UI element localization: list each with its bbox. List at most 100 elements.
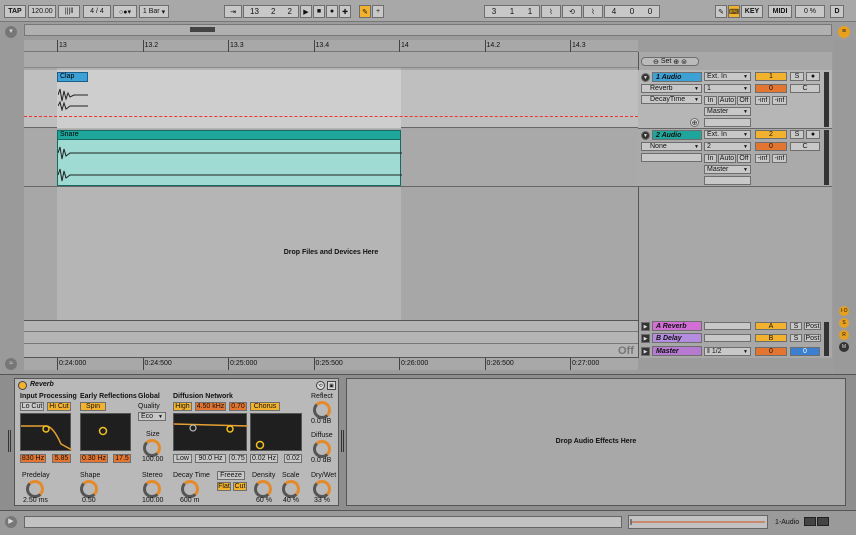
track-2-fold-icon[interactable]: ▼ [641,131,650,140]
track-1-name[interactable]: 1 Audio [652,72,702,82]
track-1-param-chooser[interactable]: DecayTime [641,95,702,104]
track-1-add-lane-icon[interactable]: ⊕ [690,118,699,127]
track-2-output[interactable]: Master [704,165,751,174]
chorus-display[interactable] [250,413,302,451]
time-signature[interactable]: 4 / 4 [83,5,111,18]
master-name[interactable]: Master [652,346,702,356]
track-1-volume[interactable]: 0 [755,84,787,93]
overdub-icon[interactable]: ✚ [339,5,351,18]
loop-icon[interactable]: ⟲ [562,5,582,18]
overview-bar[interactable] [24,24,832,36]
tap-button[interactable]: TAP [4,5,26,18]
diffusion-display[interactable] [173,413,249,451]
high-amount-field[interactable]: 0.70 [229,402,247,411]
quantize-select[interactable]: 1 Bar ▾ [139,5,169,18]
high-shelf-button[interactable]: High [173,402,192,411]
mixer-toggle-icon[interactable]: M [839,342,849,352]
key-map-button[interactable]: KEY [741,5,763,18]
return-a-output[interactable] [704,322,751,330]
low-amount-field[interactable]: 0.75 [229,454,247,463]
input-filter-display[interactable] [20,413,73,451]
spin-button[interactable]: Spin [80,402,106,411]
punch-in-icon[interactable]: ⌇ [541,5,561,18]
selected-track-name[interactable]: 1-Audio [775,519,799,526]
master-pan[interactable]: 0 [790,347,820,356]
device-save-icon[interactable]: ▣ [327,381,336,390]
returns-toggle-icon[interactable]: R [839,330,849,340]
size-knob[interactable] [143,439,161,457]
er-rate-field[interactable]: 0.30 Hz [80,454,108,463]
track-2-monitor-off[interactable]: Off [737,154,751,163]
arrangement-hide-icon[interactable]: ≈ [5,358,17,370]
track-1-pan[interactable]: C [790,84,820,93]
set-button[interactable]: ⊖ Set ⊕ ⊜ [641,57,699,66]
device-activator-icon[interactable] [18,381,27,390]
scale-knob[interactable] [282,480,300,498]
track-2-device-chooser[interactable]: None [641,142,702,151]
track-1-monitor-in[interactable]: In [704,96,717,105]
return-a-solo[interactable]: S [790,322,802,330]
dry-wet-knob[interactable] [313,480,331,498]
sends-toggle-icon[interactable]: S [839,318,849,328]
draw-mode-icon[interactable]: ✎ [715,5,727,18]
drop-effects-hint[interactable]: Drop Audio Effects Here [346,438,846,445]
freeze-button[interactable]: Freeze [217,471,245,480]
track-1-output-sub[interactable] [704,118,751,127]
track-2-volume[interactable]: 0 [755,142,787,151]
loop-length-field[interactable]: 400 [604,5,660,18]
return-a-post[interactable]: Post [804,322,821,330]
return-b-output[interactable] [704,334,751,342]
shape-knob[interactable] [80,480,98,498]
track-2-solo[interactable]: S [790,130,804,139]
punch-out-icon[interactable]: ⌇ [583,5,603,18]
return-a-lane[interactable] [24,320,638,332]
er-amount-field[interactable]: 17.5 [113,454,131,463]
cut-button[interactable]: Cut [233,482,247,491]
key-map-icon[interactable]: ⌨ [728,5,740,18]
track-2-arm-icon[interactable]: ● [806,130,820,139]
chorus-button[interactable]: Chorus [250,402,280,411]
track-2-param-chooser[interactable] [641,153,702,162]
chorus-amount-field[interactable]: 0.02 [284,454,302,463]
track-2-output-sub[interactable] [704,176,751,185]
clip-clap[interactable]: Clap [57,72,88,82]
track-1-fold-icon[interactable]: ▼ [641,73,650,82]
io-toggle-icon[interactable]: I·O [839,306,849,316]
device-drag-handle-left[interactable] [8,430,11,452]
return-b-activator[interactable]: B [755,334,787,342]
clip-overview-thumbnail[interactable] [628,515,768,529]
overview-highlight[interactable] [190,27,215,32]
track-2-monitor-in[interactable]: In [704,154,717,163]
lo-cut-button[interactable]: Lo Cut [20,402,44,411]
track-2-input-channel[interactable]: 2 [704,142,751,151]
track-2-name[interactable]: 2 Audio [652,130,702,140]
return-b-fold-icon[interactable]: ▶ [641,334,650,343]
device-hotswap-icon[interactable]: ⟲ [316,381,325,390]
density-knob[interactable] [254,480,272,498]
device-drag-handle-right[interactable] [341,430,344,452]
track-1-device-chooser[interactable]: Reverb [641,84,702,93]
automation-arm-icon[interactable]: ✎ [359,5,371,18]
track-1-input-channel[interactable]: 1 [704,84,751,93]
return-b-post[interactable]: Post [804,334,821,342]
flat-button[interactable]: Flat [217,482,231,491]
tempo-field[interactable]: 120.00 [28,5,56,18]
play-icon[interactable]: ▶ [300,5,312,18]
loop-brace[interactable] [24,52,638,68]
return-b-name[interactable]: B Delay [652,333,702,343]
loop-start-field[interactable]: 311 [484,5,540,18]
browser-toggle-icon[interactable]: ≡ [838,26,850,38]
return-b-lane[interactable] [24,332,638,344]
track-1-activator[interactable]: 1 [755,72,787,81]
track-1-arm-icon[interactable]: ● [806,72,820,81]
reenable-automation-icon[interactable]: + [372,5,384,18]
track-2-activator[interactable]: 2 [755,130,787,139]
track-1-solo[interactable]: S [790,72,804,81]
stereo-knob[interactable] [143,480,161,498]
track-2-monitor-auto[interactable]: Auto [718,154,736,163]
track-2-input-type[interactable]: Ext. In [704,130,751,139]
metronome-icon[interactable]: ○●▾ [113,5,137,18]
diffuse-knob[interactable] [313,440,331,458]
quality-select[interactable]: Eco [138,412,166,421]
track-1-input-type[interactable]: Ext. In [704,72,751,81]
